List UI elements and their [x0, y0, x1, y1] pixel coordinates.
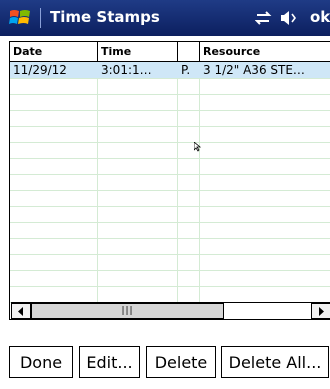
scroll-left-button[interactable] [11, 303, 31, 319]
grip-icon: ||| [121, 306, 134, 316]
empty-row[interactable] [10, 190, 330, 207]
delete-all-button[interactable]: Delete All... [221, 346, 329, 378]
empty-row[interactable] [10, 238, 330, 255]
empty-row[interactable] [10, 286, 330, 303]
empty-row[interactable] [10, 158, 330, 175]
title-separator [40, 8, 41, 28]
empty-row[interactable] [10, 174, 330, 191]
empty-row[interactable] [10, 126, 330, 143]
arrow-left-icon [18, 306, 23, 316]
cell-time: 3:01:1… [101, 63, 152, 77]
title-bar: Time Stamps ok [0, 0, 330, 36]
column-header-resource[interactable]: Resource [200, 42, 330, 61]
empty-row[interactable] [10, 78, 330, 95]
cell-ampm: P. [181, 63, 191, 77]
status-icons[interactable] [255, 9, 307, 27]
volume-icon [281, 11, 296, 25]
ok-button[interactable]: ok [310, 8, 330, 26]
column-header-date[interactable]: Date [10, 42, 98, 61]
cell-date: 11/29/12 [13, 63, 67, 77]
table-row[interactable]: 11/29/12 3:01:1… P. 3 1/2" A36 STE… [10, 62, 330, 79]
scroll-right-button[interactable] [311, 303, 330, 319]
mouse-pointer-icon [194, 142, 202, 152]
connectivity-icon [255, 11, 272, 25]
column-header-time[interactable]: Time [98, 42, 178, 61]
empty-row[interactable] [10, 270, 330, 287]
empty-row[interactable] [10, 94, 330, 111]
column-header-ampm[interactable] [178, 42, 200, 61]
empty-row[interactable] [10, 254, 330, 271]
time-stamps-list[interactable]: Date Time Resource 11/29/12 3:01:1… P. 3 1/… [9, 41, 330, 320]
empty-row[interactable] [10, 142, 330, 159]
horizontal-scrollbar[interactable]: ||| [11, 302, 330, 319]
edit-button[interactable]: Edit... [79, 346, 140, 378]
done-button[interactable]: Done [9, 346, 73, 378]
window-title: Time Stamps [50, 8, 160, 26]
scroll-thumb[interactable]: ||| [31, 303, 224, 319]
arrow-right-icon [319, 306, 324, 316]
empty-row[interactable] [10, 206, 330, 223]
delete-button[interactable]: Delete [146, 346, 216, 378]
cell-resource: 3 1/2" A36 STE… [203, 63, 305, 77]
list-header: Date Time Resource [10, 42, 330, 62]
windows-start-icon[interactable] [8, 7, 32, 29]
empty-row[interactable] [10, 222, 330, 239]
empty-row[interactable] [10, 110, 330, 127]
